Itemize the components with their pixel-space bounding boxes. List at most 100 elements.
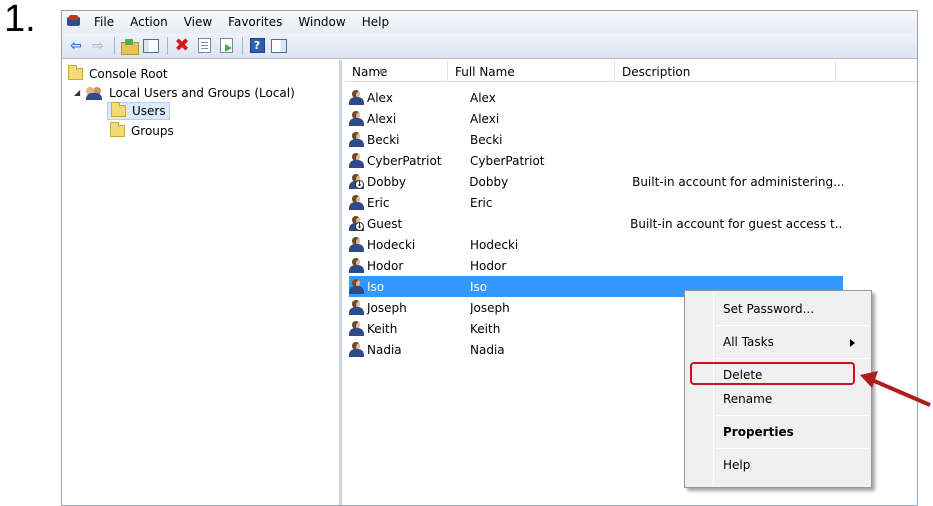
tree-item-console-root[interactable]: Console Root — [68, 64, 168, 83]
user-icon — [349, 90, 365, 105]
menu-item-label: All Tasks — [723, 335, 774, 349]
menu-separator — [716, 448, 868, 449]
submenu-arrow-icon — [850, 339, 855, 347]
cell-name: Hodecki — [367, 237, 416, 252]
menu-bar: File Action View Favorites Window Help — [62, 11, 917, 33]
disabled-user-icon: ↓ — [349, 174, 365, 189]
cell-full-name: Becki — [470, 132, 503, 147]
cell-full-name: CyberPatriot — [470, 153, 545, 168]
cell-name: Iso — [367, 279, 385, 294]
delete-highlight-box — [690, 362, 855, 385]
menu-favorites[interactable]: Favorites — [220, 11, 290, 33]
tree-item-groups[interactable]: Groups — [110, 121, 174, 140]
context-menu: Set Password... All Tasks Delete Rename … — [684, 290, 872, 488]
table-row[interactable]: Hodor Hodor — [349, 255, 843, 276]
column-header-row: ▲ Name Full Name Description — [345, 60, 917, 82]
menu-item-all-tasks[interactable]: All Tasks — [715, 331, 865, 353]
menu-separator — [716, 415, 868, 416]
show-action-pane-icon[interactable] — [269, 36, 289, 56]
cell-full-name: Iso — [470, 279, 488, 294]
delete-icon[interactable]: ✖ — [172, 36, 192, 56]
column-header-name[interactable]: ▲ Name — [345, 60, 448, 82]
cell-name: CyberPatriot — [367, 153, 442, 168]
cell-full-name: Nadia — [470, 342, 505, 357]
tree-selection: Users — [107, 101, 170, 120]
cell-full-name: Joseph — [470, 300, 510, 315]
show-hide-tree-icon[interactable] — [141, 36, 161, 56]
cell-full-name: Hodor — [470, 258, 507, 273]
toolbar-separator — [242, 36, 243, 55]
expand-arrow-icon[interactable]: ◢ — [74, 88, 86, 97]
app-icon — [66, 15, 82, 29]
tree-item-label: Console Root — [89, 66, 168, 81]
menu-help[interactable]: Help — [354, 11, 397, 33]
menu-item-help[interactable]: Help — [715, 454, 865, 476]
cell-name: Dobby — [367, 174, 406, 189]
cell-full-name: Alex — [470, 90, 496, 105]
cell-full-name: Hodecki — [470, 237, 519, 252]
table-row[interactable]: Alexi Alexi — [349, 108, 843, 129]
toolbar: ⇦ ⇨ ✖ ? — [62, 33, 917, 59]
sort-ascending-icon: ▲ — [378, 66, 385, 75]
cell-name: Eric — [367, 195, 390, 210]
user-icon — [349, 258, 365, 273]
users-group-icon — [86, 86, 104, 100]
menu-item-properties[interactable]: Properties — [715, 421, 865, 443]
cell-name: Guest — [367, 216, 403, 231]
folder-icon — [110, 121, 125, 137]
cell-name: Becki — [367, 132, 400, 147]
table-row[interactable]: CyberPatriot CyberPatriot — [349, 150, 843, 171]
help-icon[interactable]: ? — [247, 36, 267, 56]
cell-name: Joseph — [367, 300, 407, 315]
menu-view[interactable]: View — [176, 11, 220, 33]
column-header-full-name[interactable]: Full Name — [448, 60, 615, 82]
disabled-user-icon: ↓ — [349, 216, 365, 231]
cell-name: Hodor — [367, 258, 404, 273]
tree-item-local-users-groups[interactable]: ◢ Local Users and Groups (Local) — [74, 83, 295, 102]
menu-action[interactable]: Action — [122, 11, 176, 33]
column-header-description[interactable]: Description — [615, 60, 836, 82]
tree-item-label: Users — [132, 103, 166, 118]
cell-description: Built-in account for guest access t... — [630, 216, 843, 231]
menu-file[interactable]: File — [86, 11, 122, 33]
tree-item-label: Groups — [131, 123, 174, 138]
menu-separator — [716, 325, 868, 326]
tree-item-label: Local Users and Groups (Local) — [109, 85, 295, 100]
user-icon — [349, 153, 365, 168]
cell-full-name: Dobby — [469, 174, 509, 189]
cell-full-name: Alexi — [470, 111, 500, 126]
menu-item-rename[interactable]: Rename — [715, 388, 865, 410]
step-number: 1. — [4, 0, 36, 40]
properties-icon[interactable] — [194, 36, 214, 56]
up-folder-icon[interactable] — [119, 36, 139, 56]
table-row[interactable]: Eric Eric — [349, 192, 843, 213]
tree-item-users[interactable]: Users — [107, 101, 170, 120]
menu-separator — [716, 358, 868, 359]
user-icon — [349, 300, 365, 315]
cell-full-name: Eric — [470, 195, 493, 210]
cell-name: Alexi — [367, 111, 397, 126]
back-icon[interactable]: ⇦ — [66, 36, 86, 56]
forward-icon[interactable]: ⇨ — [88, 36, 108, 56]
user-icon — [349, 132, 365, 147]
user-icon — [349, 237, 365, 252]
menu-gutter — [713, 293, 714, 485]
cell-description: Built-in account for administering... — [632, 174, 844, 189]
user-icon — [349, 342, 365, 357]
table-row[interactable]: Alex Alex — [349, 87, 843, 108]
user-icon — [349, 321, 365, 336]
table-row[interactable]: ↓ Guest Built-in account for guest acces… — [349, 213, 843, 234]
toolbar-separator — [167, 36, 168, 55]
menu-item-set-password[interactable]: Set Password... — [715, 298, 865, 320]
cell-name: Keith — [367, 321, 398, 336]
table-row[interactable]: Hodecki Hodecki — [349, 234, 843, 255]
folder-icon — [68, 64, 83, 80]
table-row[interactable]: Becki Becki — [349, 129, 843, 150]
cell-name: Nadia — [367, 342, 402, 357]
user-icon — [349, 111, 365, 126]
user-icon — [349, 195, 365, 210]
table-row[interactable]: ↓ Dobby Dobby Built-in account for admin… — [349, 171, 843, 192]
menu-window[interactable]: Window — [290, 11, 353, 33]
folder-icon — [111, 101, 126, 117]
export-list-icon[interactable] — [216, 36, 236, 56]
